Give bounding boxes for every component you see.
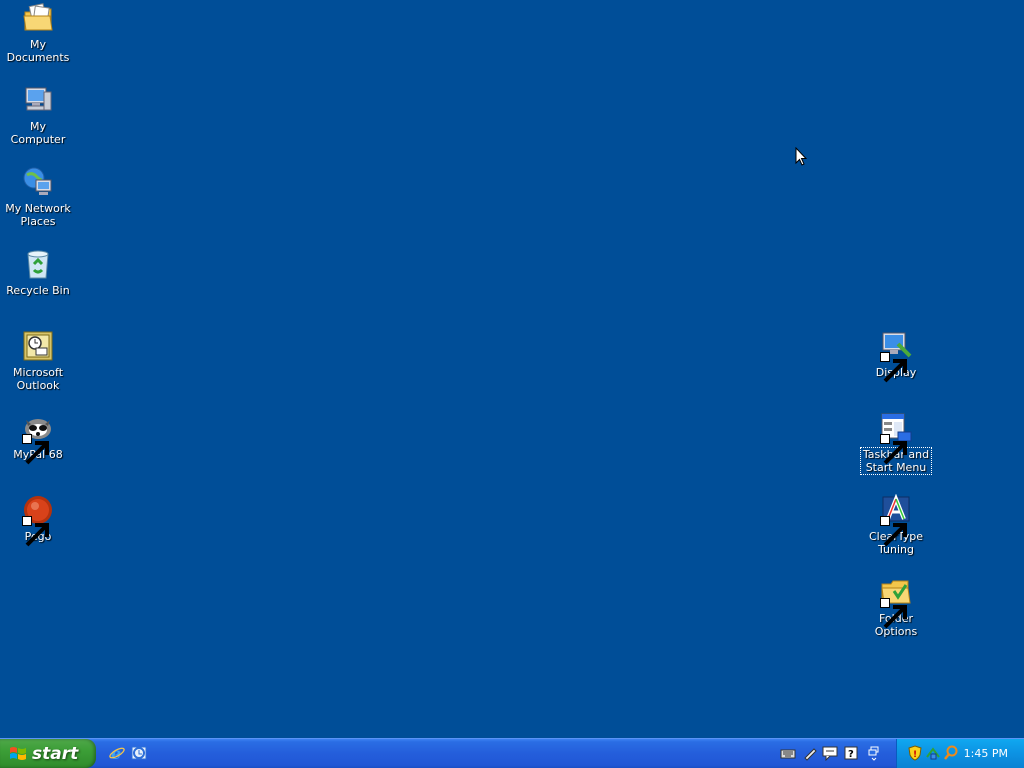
svg-text:?: ? [848, 749, 854, 760]
search-icon[interactable] [943, 745, 959, 761]
restore-icon[interactable] [866, 745, 882, 761]
network-places-icon [22, 166, 54, 198]
desktop-icon-cleartype-tuning[interactable]: ClearType Tuning [858, 494, 934, 556]
desktop-icon-recycle-bin[interactable]: Recycle Bin [0, 248, 76, 297]
svg-text:!: ! [913, 750, 917, 760]
desktop-icon-folder-options[interactable]: Folder Options [858, 576, 934, 638]
display-icon [880, 330, 912, 383]
mouse-cursor-icon [795, 147, 807, 166]
desktop-icon-label: My Computer [10, 120, 66, 146]
windows-logo-icon [10, 746, 26, 760]
desktop-icon-my-documents[interactable]: My Documents [0, 2, 76, 64]
recycle-bin-icon [22, 248, 54, 280]
outlook-icon [22, 330, 54, 362]
cleartype-icon [880, 494, 912, 547]
desktop-icon-label: My Network Places [5, 202, 71, 228]
desktop-icon-mypal[interactable]: MyPal 68 [0, 412, 76, 465]
system-tray: ! 1:45 PM [896, 739, 1024, 768]
internet-explorer-icon[interactable]: e [108, 744, 126, 762]
desktop-icon-display[interactable]: Display [858, 330, 934, 383]
shortcut-arrow-icon [22, 516, 49, 547]
clock[interactable]: 1:45 PM [964, 747, 1008, 760]
desktop-icon-my-network-places[interactable]: My Network Places [0, 166, 76, 228]
desktop[interactable]: My Documents My Computer My Network Plac… [0, 0, 1024, 738]
taskbar-start-menu-icon [880, 412, 912, 465]
shortcut-arrow-icon [880, 598, 907, 629]
desktop-icon-label: Recycle Bin [6, 284, 70, 297]
pego-icon [22, 494, 54, 547]
desktop-icon-label: My Documents [6, 38, 70, 64]
keyboard-icon[interactable] [780, 745, 796, 761]
my-documents-icon [22, 2, 54, 34]
pen-icon[interactable] [802, 745, 818, 761]
desktop-icon-my-computer[interactable]: My Computer [0, 84, 76, 146]
security-shield-icon[interactable]: ! [907, 745, 923, 761]
desktop-icon-label: Microsoft Outlook [12, 366, 64, 392]
desktop-icon-pego[interactable]: Pego [0, 494, 76, 547]
shortcut-arrow-icon [22, 434, 49, 465]
shortcut-arrow-icon [880, 352, 907, 383]
mypal-icon [22, 412, 54, 465]
network-icon[interactable] [925, 745, 941, 761]
taskbar: start e ? ! 1:45 PM [0, 738, 1024, 768]
outlook-express-icon[interactable] [130, 744, 148, 762]
desktop-icon-microsoft-outlook[interactable]: Microsoft Outlook [0, 330, 76, 392]
my-computer-icon [22, 84, 54, 116]
speech-icon[interactable] [822, 745, 838, 761]
desktop-icon-taskbar-start-menu[interactable]: Taskbar and Start Menu [858, 412, 934, 475]
help-icon[interactable]: ? [843, 745, 859, 761]
start-label: start [32, 743, 79, 764]
start-button[interactable]: start [0, 739, 96, 768]
folder-options-icon [880, 576, 912, 629]
shortcut-arrow-icon [880, 434, 907, 465]
shortcut-arrow-icon [880, 516, 907, 547]
